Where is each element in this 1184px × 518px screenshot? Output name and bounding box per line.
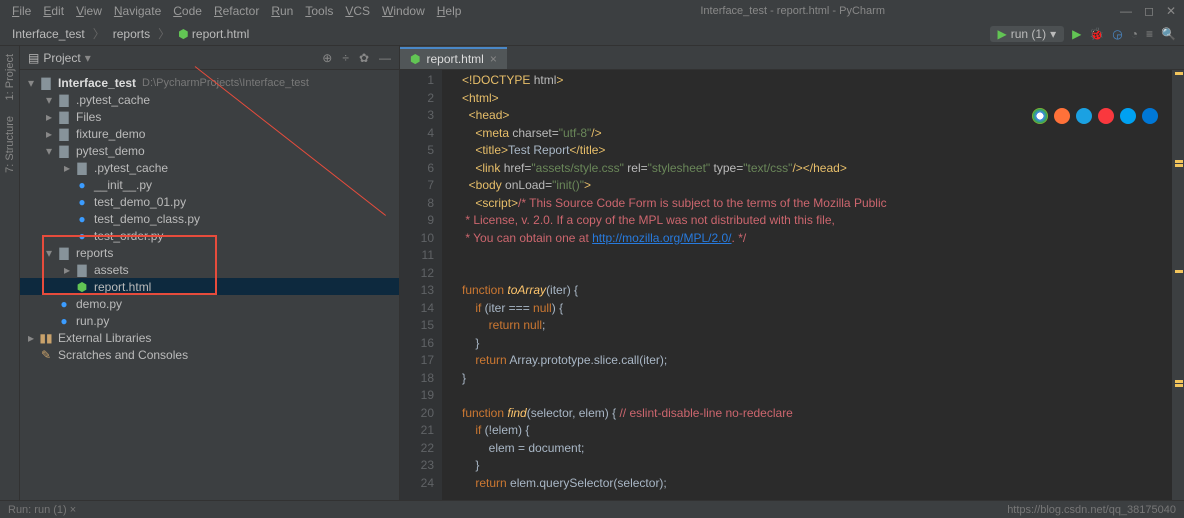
- menu-refactor[interactable]: Refactor: [210, 2, 263, 20]
- sidetab-project[interactable]: 1: Project: [4, 54, 16, 100]
- tree-item[interactable]: ●test_order.py: [20, 227, 399, 244]
- menu-file[interactable]: File: [8, 2, 35, 20]
- menu-help[interactable]: Help: [433, 2, 466, 20]
- project-icon: ▤: [28, 51, 39, 65]
- code-content[interactable]: <!DOCTYPE html><html> <head> <meta chars…: [442, 70, 1172, 500]
- safari-icon[interactable]: [1076, 108, 1092, 124]
- sidetab-structure[interactable]: 7: Structure: [4, 116, 16, 173]
- line-gutter: 123456789101112131415161718192021222324: [400, 70, 442, 500]
- tree-item[interactable]: ✎Scratches and Consoles: [20, 346, 399, 363]
- close-icon[interactable]: ✕: [1166, 4, 1176, 18]
- run-config-label: run (1): [1011, 27, 1046, 41]
- menu-view[interactable]: View: [72, 2, 106, 20]
- tree-item[interactable]: ●demo.py: [20, 295, 399, 312]
- tree-item[interactable]: ▸▇Files: [20, 108, 399, 125]
- tree-item[interactable]: ▾▇.pytest_cache: [20, 91, 399, 108]
- dropdown-icon: ▾: [1050, 27, 1056, 41]
- profile-icon[interactable]: ◔: [1131, 27, 1138, 41]
- search-icon[interactable]: 🔍: [1161, 27, 1176, 41]
- window-buttons: — ◻ ✕: [1120, 4, 1176, 18]
- menu-vcs[interactable]: VCS: [341, 2, 374, 20]
- project-tree[interactable]: ▾▇Interface_testD:\PycharmProjects\Inter…: [20, 70, 399, 500]
- firefox-icon[interactable]: [1054, 108, 1070, 124]
- close-tab-icon[interactable]: ×: [490, 52, 497, 66]
- tree-item[interactable]: ▸▇fixture_demo: [20, 125, 399, 142]
- window-title: Interface_test - report.html - PyCharm: [465, 5, 1120, 17]
- target-icon[interactable]: ⊕: [322, 51, 332, 65]
- collapse-icon[interactable]: —: [379, 51, 391, 65]
- ie-icon[interactable]: [1120, 108, 1136, 124]
- menu-navigate[interactable]: Navigate: [110, 2, 165, 20]
- tree-item[interactable]: ▾▇pytest_demo: [20, 142, 399, 159]
- stop-icon[interactable]: ≡: [1146, 27, 1153, 41]
- chrome-icon[interactable]: [1032, 108, 1048, 124]
- tree-item[interactable]: ●test_demo_class.py: [20, 210, 399, 227]
- menu-code[interactable]: Code: [169, 2, 206, 20]
- tree-item[interactable]: ●__init__.py: [20, 176, 399, 193]
- browser-preview-icons: [1032, 108, 1158, 124]
- error-stripe: [1172, 70, 1184, 500]
- tab-report-html[interactable]: ⬢ report.html ×: [400, 47, 507, 69]
- editor-tabs: ⬢ report.html ×: [400, 46, 1184, 70]
- left-tool-tabs: 1: Project 7: Structure: [0, 46, 20, 500]
- coverage-icon[interactable]: ◶: [1112, 27, 1122, 41]
- statusbar-left: Run: run (1) ×: [8, 504, 76, 516]
- breadcrumb: Interface_test〉reports〉⬢ report.html: [8, 25, 253, 43]
- tree-item[interactable]: ▸▮▮External Libraries: [20, 329, 399, 346]
- project-panel-header: ▤ Project ▾ ⊕ ÷ ✿ —: [20, 46, 399, 70]
- edge-icon[interactable]: [1142, 108, 1158, 124]
- run-icon[interactable]: ▶: [1072, 27, 1081, 41]
- opera-icon[interactable]: [1098, 108, 1114, 124]
- breadcrumb-item[interactable]: Interface_test: [8, 25, 89, 43]
- navigation-bar: Interface_test〉reports〉⬢ report.html ▶ r…: [0, 22, 1184, 46]
- run-config-selector[interactable]: ▶ run (1) ▾: [990, 26, 1065, 42]
- statusbar: Run: run (1) × https://blog.csdn.net/qq_…: [0, 500, 1184, 518]
- tree-item[interactable]: ●run.py: [20, 312, 399, 329]
- tree-item[interactable]: ●test_demo_01.py: [20, 193, 399, 210]
- editor: ⬢ report.html × 123456789101112131415161…: [400, 46, 1184, 500]
- tab-label: report.html: [426, 52, 483, 66]
- menu-tools[interactable]: Tools: [301, 2, 337, 20]
- breadcrumb-item[interactable]: reports: [109, 25, 154, 43]
- menubar: FileEditViewNavigateCodeRefactorRunTools…: [8, 2, 465, 20]
- html-icon: ⬢: [410, 52, 420, 66]
- tree-item[interactable]: ▸▇.pytest_cache: [20, 159, 399, 176]
- gear-icon[interactable]: ✿: [359, 51, 369, 65]
- minimize-icon[interactable]: —: [1120, 4, 1132, 18]
- project-panel-title: Project: [43, 51, 80, 65]
- tree-item[interactable]: ▾▇reports: [20, 244, 399, 261]
- divide-icon[interactable]: ÷: [342, 51, 349, 65]
- statusbar-right: https://blog.csdn.net/qq_38175040: [1007, 504, 1176, 516]
- code-area[interactable]: 123456789101112131415161718192021222324 …: [400, 70, 1184, 500]
- dropdown-icon[interactable]: ▾: [85, 51, 91, 65]
- maximize-icon[interactable]: ◻: [1144, 4, 1154, 18]
- breadcrumb-item[interactable]: ⬢ report.html: [174, 25, 253, 43]
- menu-window[interactable]: Window: [378, 2, 429, 20]
- tree-item[interactable]: ⬢report.html: [20, 278, 399, 295]
- project-panel: ▤ Project ▾ ⊕ ÷ ✿ — ▾▇Interface_testD:\P…: [20, 46, 400, 500]
- debug-icon[interactable]: 🐞: [1089, 27, 1104, 41]
- menu-edit[interactable]: Edit: [39, 2, 68, 20]
- tree-item[interactable]: ▸▇assets: [20, 261, 399, 278]
- menu-run[interactable]: Run: [267, 2, 297, 20]
- titlebar: FileEditViewNavigateCodeRefactorRunTools…: [0, 0, 1184, 22]
- tree-root[interactable]: ▾▇Interface_testD:\PycharmProjects\Inter…: [20, 74, 399, 91]
